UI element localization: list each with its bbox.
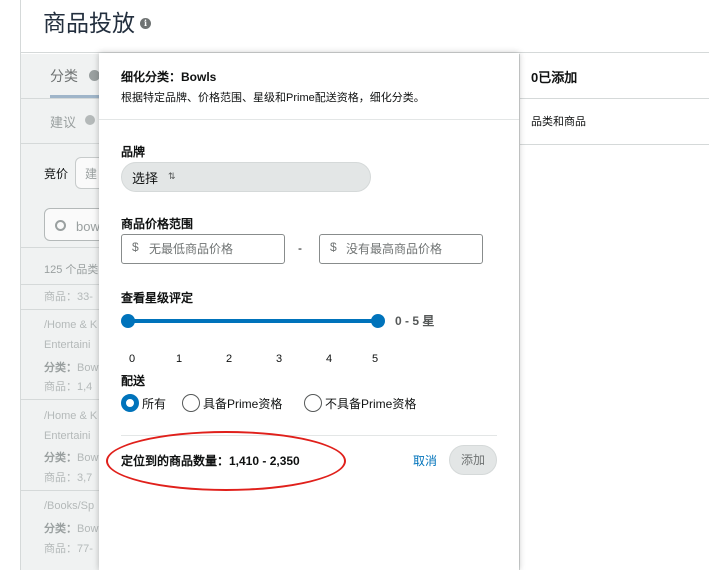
rating-tick: 5 xyxy=(372,353,379,365)
shipping-radio-non-prime-label[interactable]: 不具备Prime资格 xyxy=(325,395,416,412)
shipping-radio-non-prime[interactable] xyxy=(304,394,322,412)
divider xyxy=(21,399,99,400)
rating-slider-min-handle[interactable] xyxy=(121,314,135,328)
rating-label: 查看星级评定 xyxy=(121,291,194,305)
list-item-category: 分类：Bow xyxy=(44,359,98,375)
added-subtitle: 品类和商品 xyxy=(531,116,586,128)
search-input-value: bow xyxy=(76,219,99,234)
max-price-placeholder: 没有最高商品价格 xyxy=(346,242,443,256)
rating-tick: 3 xyxy=(276,353,283,365)
added-count-title: 0已添加 xyxy=(531,70,578,85)
min-price-currency: $ xyxy=(132,240,139,254)
brand-select[interactable] xyxy=(121,162,371,192)
shipping-radio-prime[interactable] xyxy=(182,394,200,412)
shipping-radio-all-label[interactable]: 所有 xyxy=(142,395,166,412)
sort-icon: ⇅ xyxy=(168,171,176,181)
rating-tick: 4 xyxy=(326,353,333,365)
tab-suggest[interactable]: 建议 xyxy=(50,112,76,131)
divider xyxy=(520,98,709,99)
page-title-text: 商品投放 xyxy=(43,10,135,36)
shipping-label: 配送 xyxy=(121,374,146,388)
rating-range-value: 0 - 5 星 xyxy=(395,314,435,328)
divider xyxy=(520,144,709,145)
brand-select-text: 选择 xyxy=(132,171,159,186)
divider xyxy=(99,119,519,120)
list-item-text: /Home & K xyxy=(44,319,98,331)
rating-slider-max-handle[interactable] xyxy=(371,314,385,328)
popover-title: 细化分类：Bowls xyxy=(121,70,217,84)
divider xyxy=(21,98,99,99)
list-item-text: /Books/Sp xyxy=(44,500,95,512)
result-count: 125 个品类 xyxy=(44,264,99,276)
popover-description: 根据特定品牌、价格范围、星级和Prime配送资格，细化分类。 xyxy=(121,92,425,104)
rating-slider-track[interactable] xyxy=(128,319,378,323)
list-item-text: 商品：1,4 xyxy=(44,381,93,393)
divider xyxy=(21,490,99,491)
divider xyxy=(21,309,99,310)
list-item-category-label: 分类： xyxy=(44,362,77,374)
rating-tick: 0 xyxy=(129,353,136,365)
max-price-currency: $ xyxy=(330,240,337,254)
min-price-placeholder: 无最低商品价格 xyxy=(149,242,234,256)
list-item-category-value: Bow xyxy=(77,362,99,374)
list-item-category-value: Bow xyxy=(77,452,99,464)
list-item-category-value: Bow xyxy=(77,523,99,535)
divider xyxy=(21,143,99,144)
list-item-category: 分类：Bow xyxy=(44,449,98,465)
list-item-text: 商品：77- xyxy=(44,543,93,555)
list-item-category: 分类：Bow xyxy=(44,520,98,536)
tab-category[interactable]: 分类 xyxy=(50,66,78,86)
add-button[interactable]: 添加 xyxy=(449,445,497,475)
divider xyxy=(121,435,497,436)
brand-label: 品牌 xyxy=(121,145,146,159)
cancel-button[interactable]: 取消 xyxy=(413,452,437,469)
price-range-dash: - xyxy=(298,241,302,255)
list-item-text: 商品：3,7 xyxy=(44,472,93,484)
rating-tick: 2 xyxy=(226,353,233,365)
rating-tick: 1 xyxy=(176,353,183,365)
added-panel: 0已添加 品类和商品 xyxy=(519,54,709,570)
targeting-left-panel: 分类 建议 竞价 建 bow 125 个品类 商品：33- /Home & K … xyxy=(21,54,99,570)
list-item-category-label: 分类： xyxy=(44,523,77,535)
list-item-text: Entertaini xyxy=(44,339,91,351)
bid-dropdown-text: 建 xyxy=(85,167,98,181)
targeted-products-count: 定位到的商品数量：1,410 - 2,350 xyxy=(121,454,300,468)
page-title: 商品投放 i xyxy=(43,4,151,38)
list-item-category-label: 分类： xyxy=(44,452,77,464)
info-icon[interactable] xyxy=(89,70,99,81)
page-header: 商品投放 i xyxy=(21,0,709,53)
list-item-text: Entertaini xyxy=(44,430,91,442)
bid-label: 竞价 xyxy=(44,167,69,181)
shipping-radio-prime-label[interactable]: 具备Prime资格 xyxy=(203,395,282,412)
shipping-radio-all[interactable] xyxy=(121,394,139,412)
list-item-text: 商品：33- xyxy=(44,291,93,303)
info-icon[interactable]: i xyxy=(140,17,151,29)
list-item-text: /Home & K xyxy=(44,410,98,422)
price-range-label: 商品价格范围 xyxy=(121,217,194,231)
divider xyxy=(21,284,99,285)
search-icon xyxy=(55,220,66,231)
divider xyxy=(21,247,99,248)
refine-category-popover: 细化分类：Bowls 根据特定品牌、价格范围、星级和Prime配送资格，细化分类… xyxy=(99,53,519,570)
info-icon[interactable] xyxy=(85,115,95,125)
